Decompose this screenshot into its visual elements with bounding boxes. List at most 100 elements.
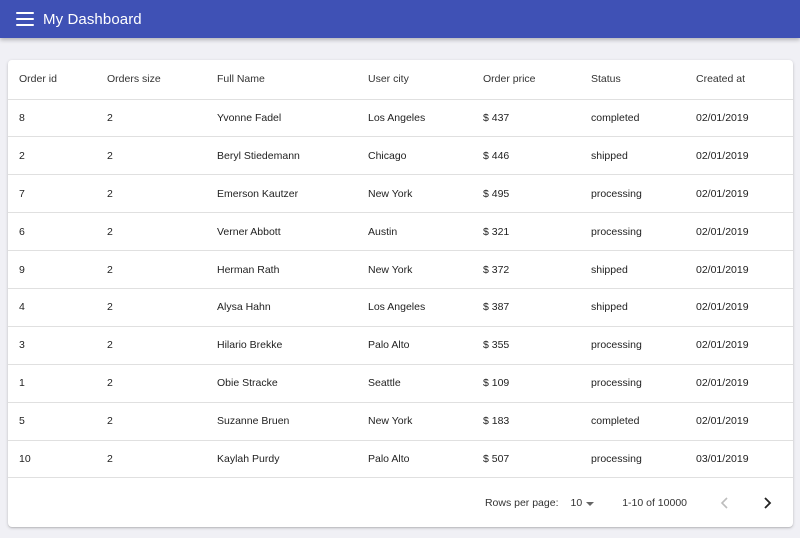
orders-size-cell: 2 (96, 136, 206, 176)
full-name-cell: Beryl Stiedemann (206, 136, 357, 176)
user-city-cell: New York (357, 174, 472, 214)
created-at-cell: 02/01/2019 (685, 364, 793, 403)
order-id-cell: 7 (8, 174, 96, 214)
table-row[interactable]: 4 2 Alysa Hahn Los Angeles $ 387 shipped 02/01… (8, 288, 793, 327)
previous-page-button[interactable] (709, 487, 741, 519)
status-cell: processing (580, 174, 685, 214)
order-price-cell: $ 507 (472, 440, 580, 479)
table-row[interactable]: 3 2 Hilario Brekke Palo Alto $ 355 processing… (8, 326, 793, 365)
user-city-cell: Austin (357, 212, 472, 252)
table-body: 8 2 Yvonne Fadel Los Angeles $ 437 completed 0… (8, 99, 793, 479)
status-cell: shipped (580, 250, 685, 289)
table-row[interactable]: 6 2 Verner Abbott Austin $ 321 processing 02/0… (8, 212, 793, 252)
orders-size-cell: 2 (96, 326, 206, 365)
order-id-cell: 9 (8, 250, 96, 289)
status-cell: processing (580, 364, 685, 403)
pagination-range: 1-10 of 10000 (622, 497, 687, 509)
app-title: My Dashboard (43, 10, 142, 28)
created-at-cell: 02/01/2019 (685, 288, 793, 327)
order-price-cell: $ 183 (472, 402, 580, 441)
pagination: Rows per page: 10 1-10 of 10000 (8, 479, 793, 527)
order-price-cell: $ 372 (472, 250, 580, 289)
order-id-cell: 1 (8, 364, 96, 403)
order-price-cell: $ 387 (472, 288, 580, 327)
table-row[interactable]: 7 2 Emerson Kautzer New York $ 495 processing… (8, 174, 793, 214)
status-cell: completed (580, 99, 685, 138)
orders-table-card: Order id Orders size Full Name User city… (8, 60, 793, 527)
table-row[interactable]: 1 2 Obie Stracke Seattle $ 109 processing 02/0… (8, 364, 793, 403)
user-city-cell: Chicago (357, 136, 472, 176)
order-id-cell: 4 (8, 288, 96, 327)
column-header-orders-size: Orders size (96, 60, 206, 100)
rows-per-page-select[interactable]: 10 (571, 497, 595, 509)
column-header-order-id: Order id (8, 60, 96, 100)
column-header-order-price: Order price (472, 60, 580, 100)
chevron-right-icon (764, 497, 772, 509)
full-name-cell: Obie Stracke (206, 364, 357, 403)
user-city-cell: Los Angeles (357, 288, 472, 327)
order-id-cell: 8 (8, 99, 96, 138)
status-cell: processing (580, 440, 685, 479)
orders-size-cell: 2 (96, 288, 206, 327)
status-cell: shipped (580, 136, 685, 176)
column-header-status: Status (580, 60, 685, 100)
status-cell: processing (580, 212, 685, 252)
order-id-cell: 6 (8, 212, 96, 252)
created-at-cell: 02/01/2019 (685, 174, 793, 214)
column-header-created-at: Created at (685, 60, 793, 100)
table-row[interactable]: 8 2 Yvonne Fadel Los Angeles $ 437 completed 0… (8, 99, 793, 138)
full-name-cell: Yvonne Fadel (206, 99, 357, 138)
table-row[interactable]: 5 2 Suzanne Bruen New York $ 183 completed 02/… (8, 402, 793, 441)
table-row[interactable]: 9 2 Herman Rath New York $ 372 shipped 02/01/2… (8, 250, 793, 289)
full-name-cell: Hilario Brekke (206, 326, 357, 365)
full-name-cell: Alysa Hahn (206, 288, 357, 327)
order-price-cell: $ 495 (472, 174, 580, 214)
table-header-row: Order id Orders size Full Name User city… (8, 60, 793, 100)
caret-down-icon (586, 502, 595, 506)
menu-icon[interactable] (16, 12, 34, 26)
order-id-cell: 2 (8, 136, 96, 176)
rows-per-page-value: 10 (570, 497, 583, 509)
created-at-cell: 02/01/2019 (685, 136, 793, 176)
user-city-cell: Palo Alto (357, 326, 472, 365)
orders-size-cell: 2 (96, 250, 206, 289)
order-price-cell: $ 321 (472, 212, 580, 252)
created-at-cell: 03/01/2019 (685, 440, 793, 479)
orders-size-cell: 2 (96, 364, 206, 403)
order-price-cell: $ 437 (472, 99, 580, 138)
created-at-cell: 02/01/2019 (685, 402, 793, 441)
created-at-cell: 02/01/2019 (685, 326, 793, 365)
rows-per-page-label: Rows per page: (484, 497, 559, 509)
user-city-cell: Palo Alto (357, 440, 472, 479)
order-id-cell: 5 (8, 402, 96, 441)
orders-size-cell: 2 (96, 440, 206, 479)
full-name-cell: Kaylah Purdy (206, 440, 357, 479)
order-id-cell: 10 (8, 440, 96, 479)
full-name-cell: Herman Rath (206, 250, 357, 289)
column-header-full-name: Full Name (206, 60, 357, 100)
status-cell: completed (580, 402, 685, 441)
user-city-cell: New York (357, 250, 472, 289)
order-price-cell: $ 446 (472, 136, 580, 176)
table-row[interactable]: 2 2 Beryl Stiedemann Chicago $ 446 shipped 02/… (8, 136, 793, 176)
orders-size-cell: 2 (96, 174, 206, 214)
order-price-cell: $ 109 (472, 364, 580, 403)
order-price-cell: $ 355 (472, 326, 580, 365)
orders-size-cell: 2 (96, 99, 206, 138)
orders-table: Order id Orders size Full Name User city… (8, 60, 793, 479)
status-cell: processing (580, 326, 685, 365)
order-id-cell: 3 (8, 326, 96, 365)
table-row[interactable]: 10 2 Kaylah Purdy Palo Alto $ 507 processing 0… (8, 440, 793, 479)
full-name-cell: Verner Abbott (206, 212, 357, 252)
next-page-button[interactable] (751, 487, 783, 519)
status-cell: shipped (580, 288, 685, 327)
user-city-cell: New York (357, 402, 472, 441)
user-city-cell: Seattle (357, 364, 472, 403)
column-header-user-city: User city (357, 60, 472, 100)
chevron-left-icon (720, 497, 728, 509)
app-bar: My Dashboard (0, 0, 800, 38)
orders-size-cell: 2 (96, 212, 206, 252)
full-name-cell: Emerson Kautzer (206, 174, 357, 214)
full-name-cell: Suzanne Bruen (206, 402, 357, 441)
created-at-cell: 02/01/2019 (685, 250, 793, 289)
